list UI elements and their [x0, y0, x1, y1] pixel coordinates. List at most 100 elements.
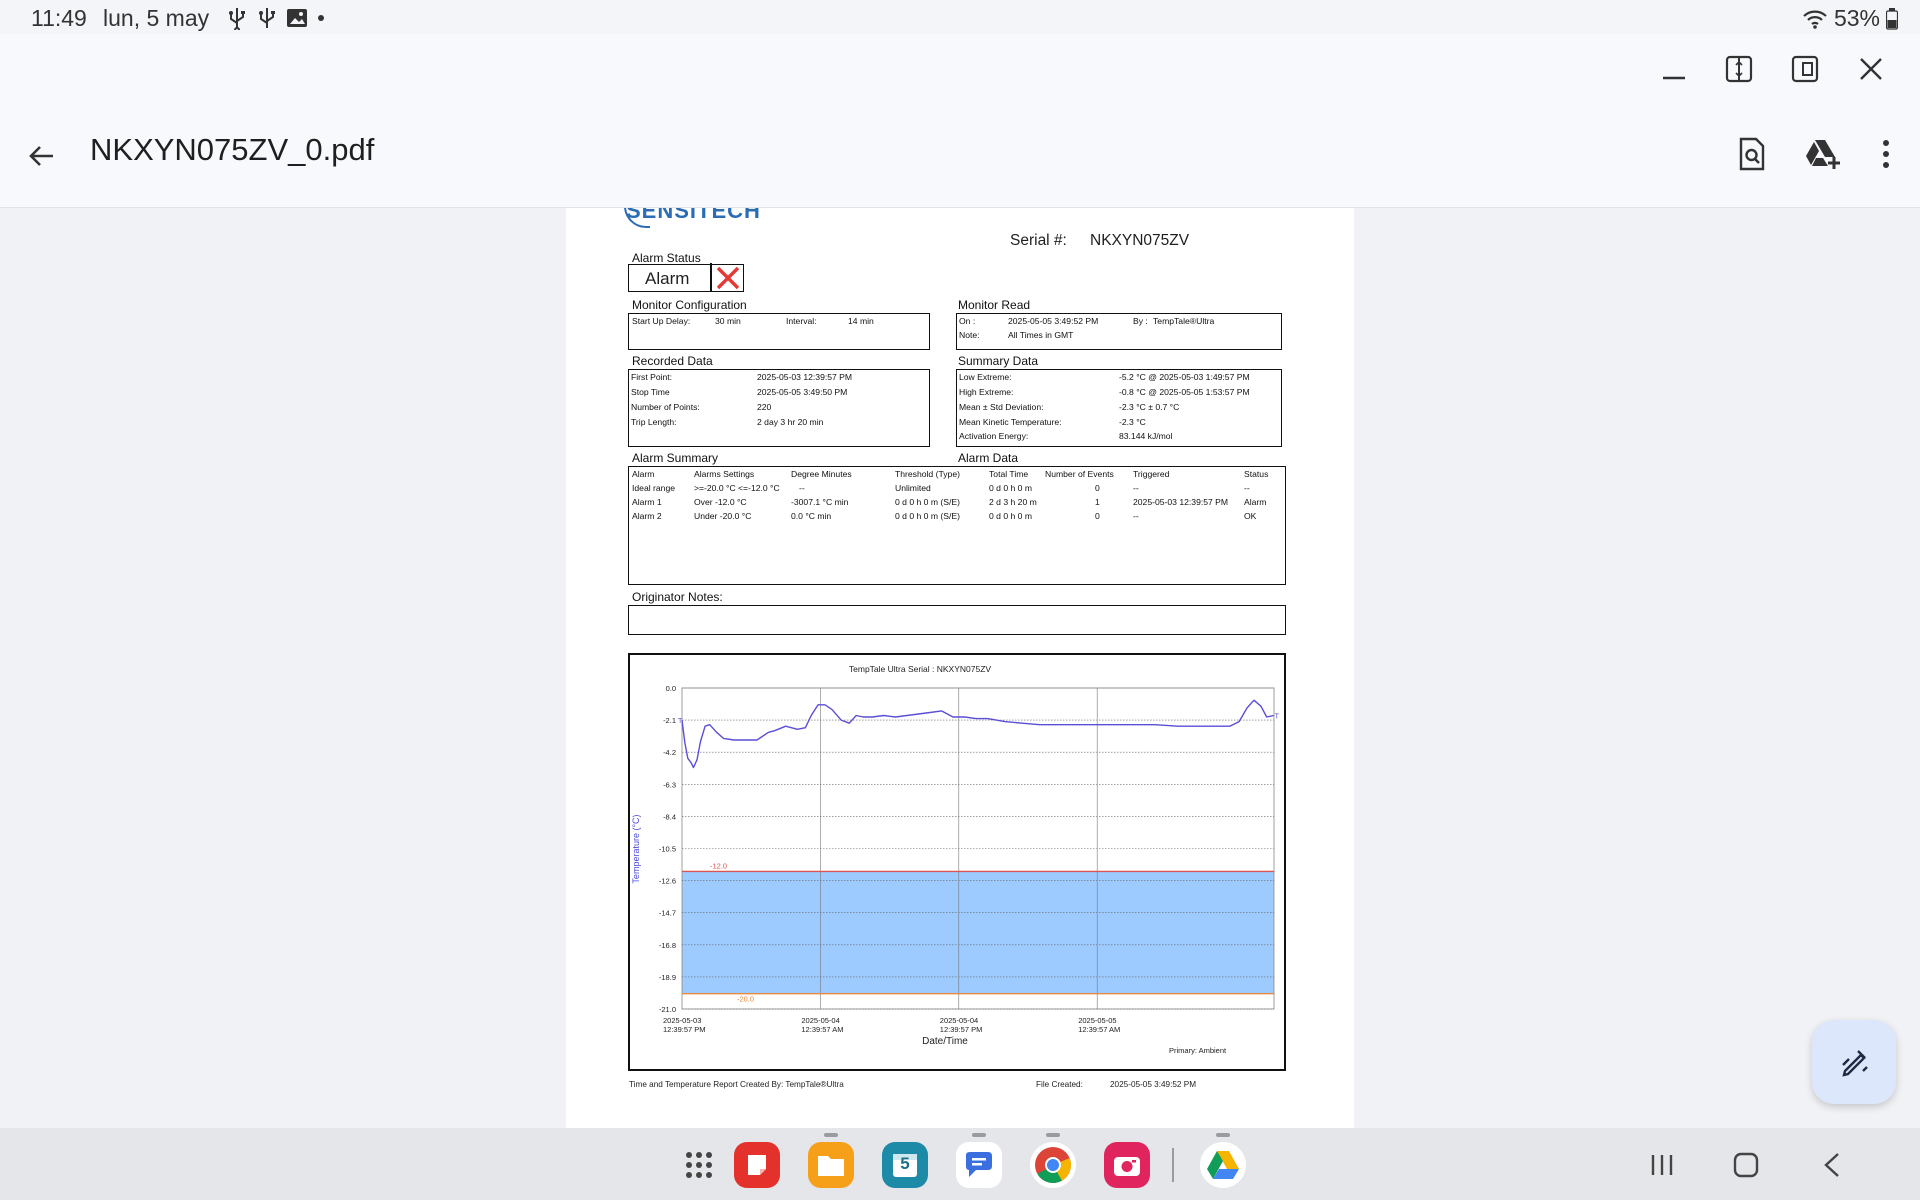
alarm-table-cell: 0.0 °C min [791, 511, 832, 521]
drive-app[interactable] [1200, 1142, 1246, 1188]
usb-icon [229, 8, 245, 30]
alarm-table-cell: -- [799, 483, 805, 493]
footer-file-created-label: File Created: [1036, 1080, 1083, 1089]
read-on-label: On : [959, 316, 976, 326]
alarm-data-title: Alarm Data [958, 451, 1019, 465]
summary-value: -2.3 °C [1119, 417, 1146, 427]
read-note-label: Note: [959, 330, 980, 340]
summary-data-title: Summary Data [958, 354, 1039, 368]
files-app[interactable] [808, 1142, 854, 1188]
drive-app-icon [1207, 1151, 1239, 1179]
close-icon [1860, 58, 1882, 80]
summary-label: Activation Energy: [959, 431, 1029, 441]
temperature-chart-svg: 0.0 -2.1 -4.2 -6.3 -8.4 -10.5 -12.6 -14.7 -16.8 -… [631, 664, 1280, 1055]
monitor-config-box: Start Up Delay: 30 min Interval: 14 min [628, 313, 930, 350]
close-window-button[interactable] [1850, 48, 1892, 90]
document-title: NKXYN075ZV_0.pdf [90, 132, 375, 167]
x-tick-label-time: 12:39:57 PM [940, 1025, 983, 1034]
startup-delay-label: Start Up Delay: [632, 316, 691, 326]
messages-app[interactable] [956, 1142, 1002, 1188]
end-marker: T [1275, 714, 1280, 721]
footer-created-by: Time and Temperature Report Created By: … [629, 1080, 844, 1089]
files-app-icon [818, 1156, 844, 1176]
pdf-viewer[interactable]: SENSITECH Serial #: NKXYN075ZV Alarm Sta… [0, 208, 1920, 1128]
search-document-button[interactable] [1728, 130, 1776, 178]
start-marker: T [678, 718, 683, 725]
recorded-label: First Point: [631, 372, 673, 382]
image-icon [287, 9, 307, 27]
status-notification-icons [226, 6, 326, 30]
x-tick-label-date: 2025-05-03 [663, 1016, 701, 1025]
home-icon [1733, 1152, 1759, 1178]
alarm-status-box: Alarm [628, 263, 744, 292]
recents-nav-button[interactable] [1640, 1145, 1684, 1185]
alarm-table-cell: 2025-05-03 12:39:57 PM [1133, 497, 1229, 507]
recorded-label: Number of Points: [631, 402, 700, 412]
alarm-table-cell: -3007.1 °C min [791, 497, 849, 507]
alarm-table-cell: OK [1244, 511, 1257, 521]
pop-up-window-icon [1791, 55, 1819, 83]
recorded-value: 220 [757, 402, 772, 412]
y-tick-label: -4.2 [663, 748, 676, 757]
alarm-table-cell: 1 [1095, 497, 1100, 507]
messages-app-icon [966, 1152, 992, 1177]
y-tick-label: -18.9 [659, 973, 676, 982]
split-view-button[interactable] [1718, 48, 1760, 90]
back-button[interactable] [20, 134, 64, 178]
alarm-table-cell: 0 d 0 h 0 m (S/E) [895, 511, 960, 521]
y-tick-label: -14.7 [659, 909, 676, 918]
status-system-icons: 53% [1802, 5, 1898, 32]
alarm-table-cell: 2 d 3 h 20 m [989, 497, 1037, 507]
alarm-table-header: Alarm [632, 469, 655, 479]
alarm-table-header: Alarms Settings [694, 469, 755, 479]
apps-grid-button[interactable] [676, 1142, 722, 1188]
search-in-document-icon [1739, 137, 1765, 171]
calendar-day-number: 5 [900, 1154, 910, 1173]
notes-app[interactable] [734, 1142, 780, 1188]
read-note-value: All Times in GMT [1008, 330, 1074, 340]
camera-app[interactable] [1104, 1142, 1150, 1188]
chrome-app[interactable] [1030, 1142, 1076, 1188]
x-axis-label: Date/Time [922, 1036, 968, 1047]
y-tick-label: -10.5 [659, 845, 676, 854]
summary-label: High Extreme: [959, 387, 1014, 397]
interval-label: Interval: [786, 316, 817, 326]
battery-icon [1886, 7, 1898, 30]
add-to-drive-button[interactable] [1799, 130, 1847, 178]
annotate-fab-button[interactable] [1812, 1020, 1896, 1104]
app-running-indicator [1046, 1133, 1060, 1137]
minimize-button[interactable] [1653, 48, 1695, 90]
monitor-config-title: Monitor Configuration [632, 298, 747, 312]
alarm-table-header: Threshold (Type) [895, 469, 960, 479]
back-nav-button[interactable] [1810, 1145, 1854, 1185]
alarm-x-icon [716, 266, 740, 290]
alarm-status-divider [710, 263, 712, 291]
y-tick-label: -6.3 [663, 780, 676, 789]
taskbar-divider [1172, 1148, 1174, 1182]
startup-delay-value: 30 min [715, 316, 741, 326]
apps-grid-icon [686, 1152, 712, 1178]
alarm-status-value: Alarm [645, 269, 690, 288]
x-tick-label-time: 12:39:57 AM [1078, 1025, 1120, 1034]
originator-notes-box [628, 605, 1286, 635]
chart-legend-note: Primary: Ambient [1169, 1046, 1227, 1055]
recorded-value: 2025-05-03 12:39:57 PM [757, 372, 853, 382]
read-by-value: TempTale®Ultra [1153, 316, 1215, 326]
home-nav-button[interactable] [1724, 1145, 1768, 1185]
recorded-data-box: First Point: 2025-05-03 12:39:57 PM Stop… [628, 369, 930, 447]
limit-line-label: -20.0 [737, 995, 754, 1004]
alarm-table-cell: Alarm [1244, 497, 1267, 507]
drive-add-icon [1806, 140, 1840, 169]
y-tick-label: -21.0 [659, 1005, 676, 1014]
y-tick-label: -12.6 [659, 877, 676, 886]
alarm-table-cell: 0 d 0 h 0 m [989, 511, 1032, 521]
y-tick-label: -8.4 [663, 812, 676, 821]
recorded-label: Stop Time [631, 387, 670, 397]
more-options-button[interactable] [1862, 130, 1910, 178]
pop-up-view-button[interactable] [1784, 48, 1826, 90]
more-vertical-icon [1883, 140, 1889, 168]
recorded-value: 2 day 3 hr 20 min [757, 417, 824, 427]
calendar-app[interactable]: 5 [882, 1142, 928, 1188]
alarm-table-cell: Under -20.0 °C [694, 511, 752, 521]
summary-label: Mean Kinetic Temperature: [959, 417, 1062, 427]
